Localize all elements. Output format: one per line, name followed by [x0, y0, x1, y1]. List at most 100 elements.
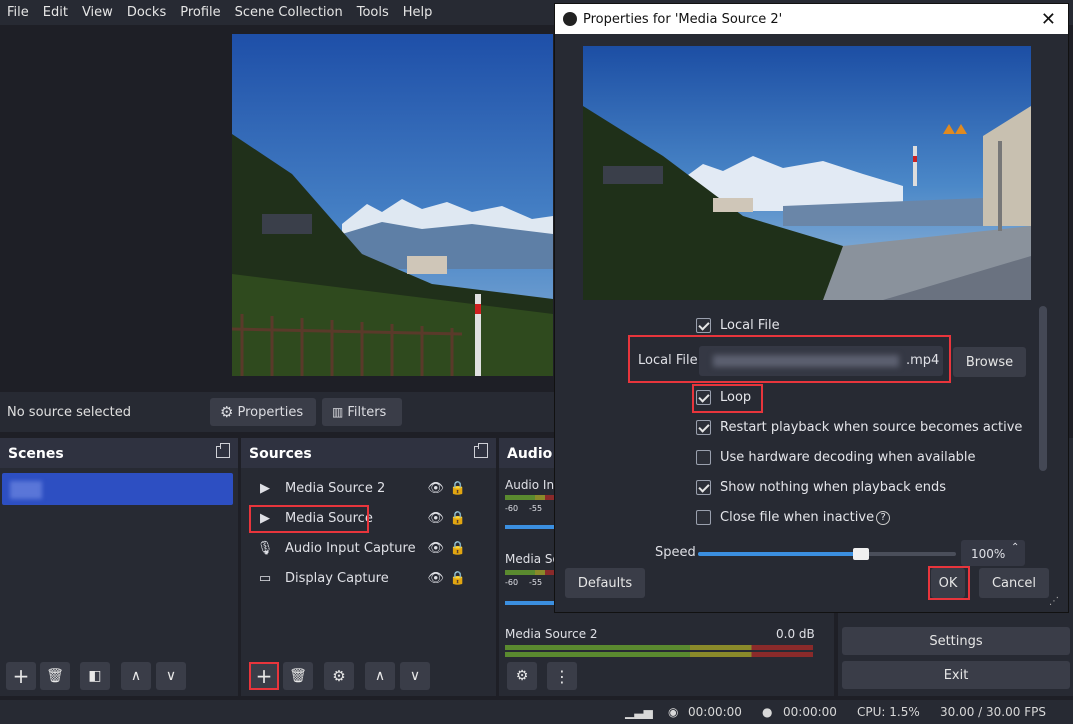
option-label: Close file when inactive: [720, 510, 875, 525]
chevron-up-icon[interactable]: ⌃: [1011, 542, 1019, 553]
meter-tick: -55: [529, 578, 543, 587]
channel-level: 0.0 dB: [776, 627, 815, 641]
eye-icon[interactable]: 👁: [427, 511, 444, 526]
volume-meter: [505, 570, 555, 575]
resize-grip-icon[interactable]: ⋰: [1049, 596, 1059, 607]
local-file-checkbox[interactable]: Local File: [696, 318, 780, 333]
lock-icon[interactable]: 🔒: [450, 571, 466, 586]
speed-slider-fill: [698, 552, 861, 556]
dialog-scrollbar[interactable]: [1039, 306, 1047, 471]
sources-dock: Sources ▶ Media Source 2 👁 🔒 ▶ Media Sou…: [241, 438, 496, 696]
lock-icon[interactable]: 🔒: [450, 481, 466, 496]
cancel-label: Cancel: [991, 575, 1037, 591]
checkbox-unchecked[interactable]: [696, 450, 711, 465]
remove-scene-button[interactable]: 🗑: [40, 662, 70, 690]
properties-dialog: Properties for 'Media Source 2' ✕ Local …: [555, 4, 1068, 612]
move-source-up-button[interactable]: ∧: [365, 662, 395, 690]
checkbox-unchecked[interactable]: [696, 510, 711, 525]
audio-settings-button[interactable]: ⚙: [507, 662, 537, 690]
move-scene-down-button[interactable]: ∨: [156, 662, 186, 690]
fps-readout: 30.00 / 30.00 FPS: [940, 705, 1046, 719]
settings-button[interactable]: Settings: [842, 627, 1070, 655]
program-preview[interactable]: [232, 34, 553, 376]
restart-playback-checkbox[interactable]: Restart playback when source becomes act…: [696, 420, 1022, 435]
volume-slider[interactable]: [505, 601, 555, 605]
lock-icon[interactable]: 🔒: [450, 541, 466, 556]
channel-name: Media So: [505, 552, 560, 566]
remove-source-button[interactable]: 🗑: [283, 662, 313, 690]
sources-title: Sources: [249, 446, 312, 462]
filter-icon: ▥: [332, 405, 344, 419]
menu-tools[interactable]: Tools: [350, 5, 396, 20]
menu-profile[interactable]: Profile: [173, 5, 227, 20]
highlight-local-file: [628, 335, 951, 383]
speed-value: 100%: [971, 547, 1006, 561]
monitor-icon: ▭: [258, 570, 272, 586]
menu-scene-collection[interactable]: Scene Collection: [228, 5, 350, 20]
move-source-down-button[interactable]: ∨: [400, 662, 430, 690]
source-label: Audio Input Capture: [285, 540, 416, 556]
speed-label: Speed: [655, 545, 696, 560]
meter-tick: -55: [529, 504, 543, 513]
checkbox-checked[interactable]: [696, 318, 711, 333]
exit-label: Exit: [943, 667, 969, 683]
undock-icon[interactable]: [474, 443, 488, 458]
close-icon[interactable]: ✕: [1041, 9, 1056, 30]
more-options-button[interactable]: ⋮: [547, 662, 577, 690]
browse-button[interactable]: Browse: [953, 347, 1026, 377]
volume-meter: [505, 645, 813, 650]
speed-slider[interactable]: [698, 548, 956, 560]
cancel-button[interactable]: Cancel: [979, 568, 1049, 598]
record-dot-icon: ●: [762, 705, 773, 719]
defaults-button[interactable]: Defaults: [565, 568, 645, 598]
checkbox-checked[interactable]: [696, 480, 711, 495]
stream-time: 00:00:00: [688, 705, 742, 719]
microphone-icon: 🎙: [256, 540, 274, 556]
source-item[interactable]: ▶ Media Source 2 👁 🔒: [249, 474, 474, 502]
hardware-decoding-checkbox[interactable]: Use hardware decoding when available: [696, 450, 976, 465]
highlight-media-source: [249, 505, 369, 533]
menu-edit[interactable]: Edit: [36, 5, 75, 20]
scenes-title: Scenes: [8, 446, 64, 462]
filters-button[interactable]: ▥ Filters: [322, 398, 402, 426]
speed-slider-thumb[interactable]: [852, 548, 869, 560]
properties-label: Properties: [237, 404, 304, 420]
close-file-inactive-checkbox[interactable]: Close file when inactive ?: [696, 510, 891, 525]
help-icon[interactable]: ?: [876, 510, 891, 525]
volume-meter: [505, 652, 813, 657]
scene-item-selected[interactable]: [2, 473, 233, 505]
gear-icon: ⚙: [220, 403, 234, 421]
highlight-loop: [692, 384, 763, 413]
menu-docks[interactable]: Docks: [120, 5, 173, 20]
checkbox-checked[interactable]: [696, 420, 711, 435]
browse-label: Browse: [965, 354, 1014, 370]
record-time: 00:00:00: [783, 705, 837, 719]
menu-view[interactable]: View: [75, 5, 120, 20]
eye-icon[interactable]: 👁: [427, 541, 444, 556]
selection-status: No source selected: [7, 405, 131, 420]
source-properties-button[interactable]: ⚙: [324, 662, 354, 690]
move-scene-up-button[interactable]: ∧: [121, 662, 151, 690]
speed-spinbox[interactable]: 100% ⌃: [961, 540, 1025, 566]
option-label: Use hardware decoding when available: [720, 450, 976, 465]
defaults-label: Defaults: [577, 575, 633, 591]
exit-button[interactable]: Exit: [842, 661, 1070, 689]
properties-button[interactable]: ⚙ Properties: [210, 398, 316, 426]
undock-icon[interactable]: [216, 443, 230, 458]
lock-icon[interactable]: 🔒: [450, 511, 466, 526]
source-item[interactable]: 🎙 Audio Input Capture 👁 🔒: [249, 534, 474, 562]
volume-slider[interactable]: [505, 525, 555, 529]
channel-name: Audio In: [505, 478, 555, 492]
settings-label: Settings: [929, 633, 983, 649]
source-item[interactable]: ▭ Display Capture 👁 🔒: [249, 564, 474, 592]
eye-icon[interactable]: 👁: [427, 481, 444, 496]
scene-filters-button[interactable]: ◧: [80, 662, 110, 690]
show-nothing-checkbox[interactable]: Show nothing when playback ends: [696, 480, 946, 495]
option-label: Show nothing when playback ends: [720, 480, 947, 495]
menu-file[interactable]: File: [0, 5, 36, 20]
filters-label: Filters: [347, 404, 387, 420]
eye-icon[interactable]: 👁: [427, 571, 444, 586]
menu-help[interactable]: Help: [396, 5, 440, 20]
meter-tick: -60: [505, 578, 519, 587]
add-scene-button[interactable]: +: [6, 662, 36, 690]
